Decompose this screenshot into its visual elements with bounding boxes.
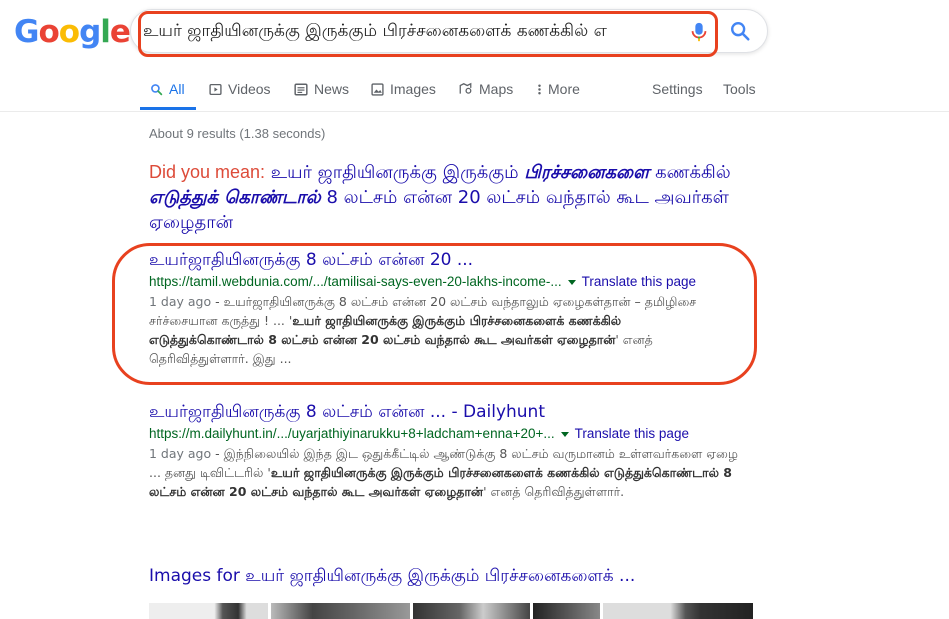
result-date: 1 day ago bbox=[149, 294, 212, 309]
result-snippet: 1 day ago - உயர்ஜாதியினருக்கு 8 லட்சம் எ… bbox=[149, 292, 739, 368]
snippet-text: ' எனத் தெரிவித்துள்ளார். bbox=[483, 484, 625, 499]
tools-label: Tools bbox=[723, 81, 756, 97]
suggestion-text: கணக்கில் bbox=[655, 162, 731, 183]
search-result: உயர்ஜாதியினருக்கு 8 லட்சம் என்ன 20 ... h… bbox=[149, 248, 739, 368]
search-input[interactable]: உயர் ஜாதியினருக்கு இருக்கும் பிரச்சனைகளை… bbox=[143, 16, 703, 46]
result-snippet: 1 day ago - இந்நிலையில் இந்த இட ஒதுக்கீட… bbox=[149, 444, 739, 501]
image-thumbnail[interactable] bbox=[413, 603, 530, 619]
images-heading-link[interactable]: Images for உயர் ஜாதியினருக்கு இருக்கும் … bbox=[149, 566, 635, 588]
suggestion-text: உயர் ஜாதியினருக்கு இருக்கும் bbox=[270, 162, 519, 183]
logo-letter: e bbox=[109, 14, 131, 50]
result-url: https://m.dailyhunt.in/.../uyarjathiyina… bbox=[149, 426, 555, 441]
did-you-mean-label: Did you mean: bbox=[149, 162, 266, 182]
result-url-row: https://tamil.webdunia.com/.../tamilisai… bbox=[149, 272, 739, 292]
suggestion-bold: எடுத்துக் கொண்டால் bbox=[149, 187, 321, 208]
suggestion-bold: பிரச்சனைகளை bbox=[524, 162, 650, 183]
image-thumbnail[interactable] bbox=[603, 603, 753, 619]
more-vertical-icon bbox=[538, 83, 541, 95]
logo-letter: l bbox=[100, 14, 111, 50]
header-divider bbox=[0, 111, 949, 112]
search-tabs: All Videos News Images Maps More Setting… bbox=[140, 72, 949, 112]
tab-label: All bbox=[169, 81, 185, 97]
search-box[interactable]: உயர் ஜாதியினருக்கு இருக்கும் பிரச்சனைகளை… bbox=[130, 9, 768, 53]
tab-label: More bbox=[548, 81, 580, 97]
tab-maps[interactable]: Maps bbox=[458, 81, 513, 97]
tab-label: Maps bbox=[479, 81, 514, 97]
tab-videos[interactable]: Videos bbox=[209, 81, 271, 97]
tab-images[interactable]: Images bbox=[371, 81, 436, 97]
map-pin-icon bbox=[459, 82, 472, 94]
caret-down-icon[interactable] bbox=[560, 431, 569, 437]
tab-label: Images bbox=[390, 81, 436, 97]
image-thumbnail[interactable] bbox=[271, 603, 410, 619]
did-you-mean: Did you mean: உயர் ஜாதியினருக்கு இருக்கு… bbox=[149, 160, 769, 235]
result-date: 1 day ago bbox=[149, 446, 212, 461]
result-title-link[interactable]: உயர்ஜாதியினருக்கு 8 லட்சம் என்ன 20 ... bbox=[149, 248, 739, 272]
search-icon bbox=[151, 83, 163, 95]
play-icon bbox=[209, 83, 222, 95]
image-icon bbox=[371, 82, 384, 96]
image-thumbnail[interactable] bbox=[149, 603, 268, 619]
logo-letter: o bbox=[38, 14, 59, 50]
search-result: உயர்ஜாதியினருக்கு 8 லட்சம் என்ன ... - Da… bbox=[149, 400, 739, 501]
tab-news[interactable]: News bbox=[294, 81, 349, 97]
image-thumbnail[interactable] bbox=[533, 603, 600, 619]
tab-label: Videos bbox=[228, 81, 271, 97]
translate-link[interactable]: Translate this page bbox=[575, 424, 689, 444]
logo-letter: o bbox=[58, 14, 80, 50]
translate-link[interactable]: Translate this page bbox=[582, 272, 696, 292]
tab-label: News bbox=[314, 81, 350, 97]
tab-more[interactable]: More bbox=[537, 81, 580, 97]
logo-letter: g bbox=[79, 14, 101, 50]
caret-down-icon[interactable] bbox=[567, 279, 576, 285]
result-stats: About 9 results (1.38 seconds) bbox=[149, 126, 326, 141]
tools-link[interactable]: Tools bbox=[723, 81, 756, 97]
result-url: https://tamil.webdunia.com/.../tamilisai… bbox=[149, 274, 562, 289]
snippet-separator: - bbox=[211, 446, 224, 461]
google-logo[interactable]: Google bbox=[14, 14, 131, 50]
search-icon[interactable] bbox=[729, 20, 751, 42]
active-tab-indicator bbox=[140, 107, 196, 110]
snippet-separator: - bbox=[211, 294, 224, 309]
logo-letter: G bbox=[14, 14, 39, 50]
result-title-link[interactable]: உயர்ஜாதியினருக்கு 8 லட்சம் என்ன ... - Da… bbox=[149, 400, 739, 424]
result-url-row: https://m.dailyhunt.in/.../uyarjathiyina… bbox=[149, 424, 739, 444]
newspaper-icon bbox=[294, 83, 308, 95]
settings-label: Settings bbox=[652, 81, 703, 97]
image-thumbnails bbox=[149, 603, 753, 619]
settings-link[interactable]: Settings bbox=[652, 81, 703, 97]
tab-all[interactable]: All bbox=[150, 81, 185, 97]
microphone-icon[interactable] bbox=[688, 18, 710, 46]
